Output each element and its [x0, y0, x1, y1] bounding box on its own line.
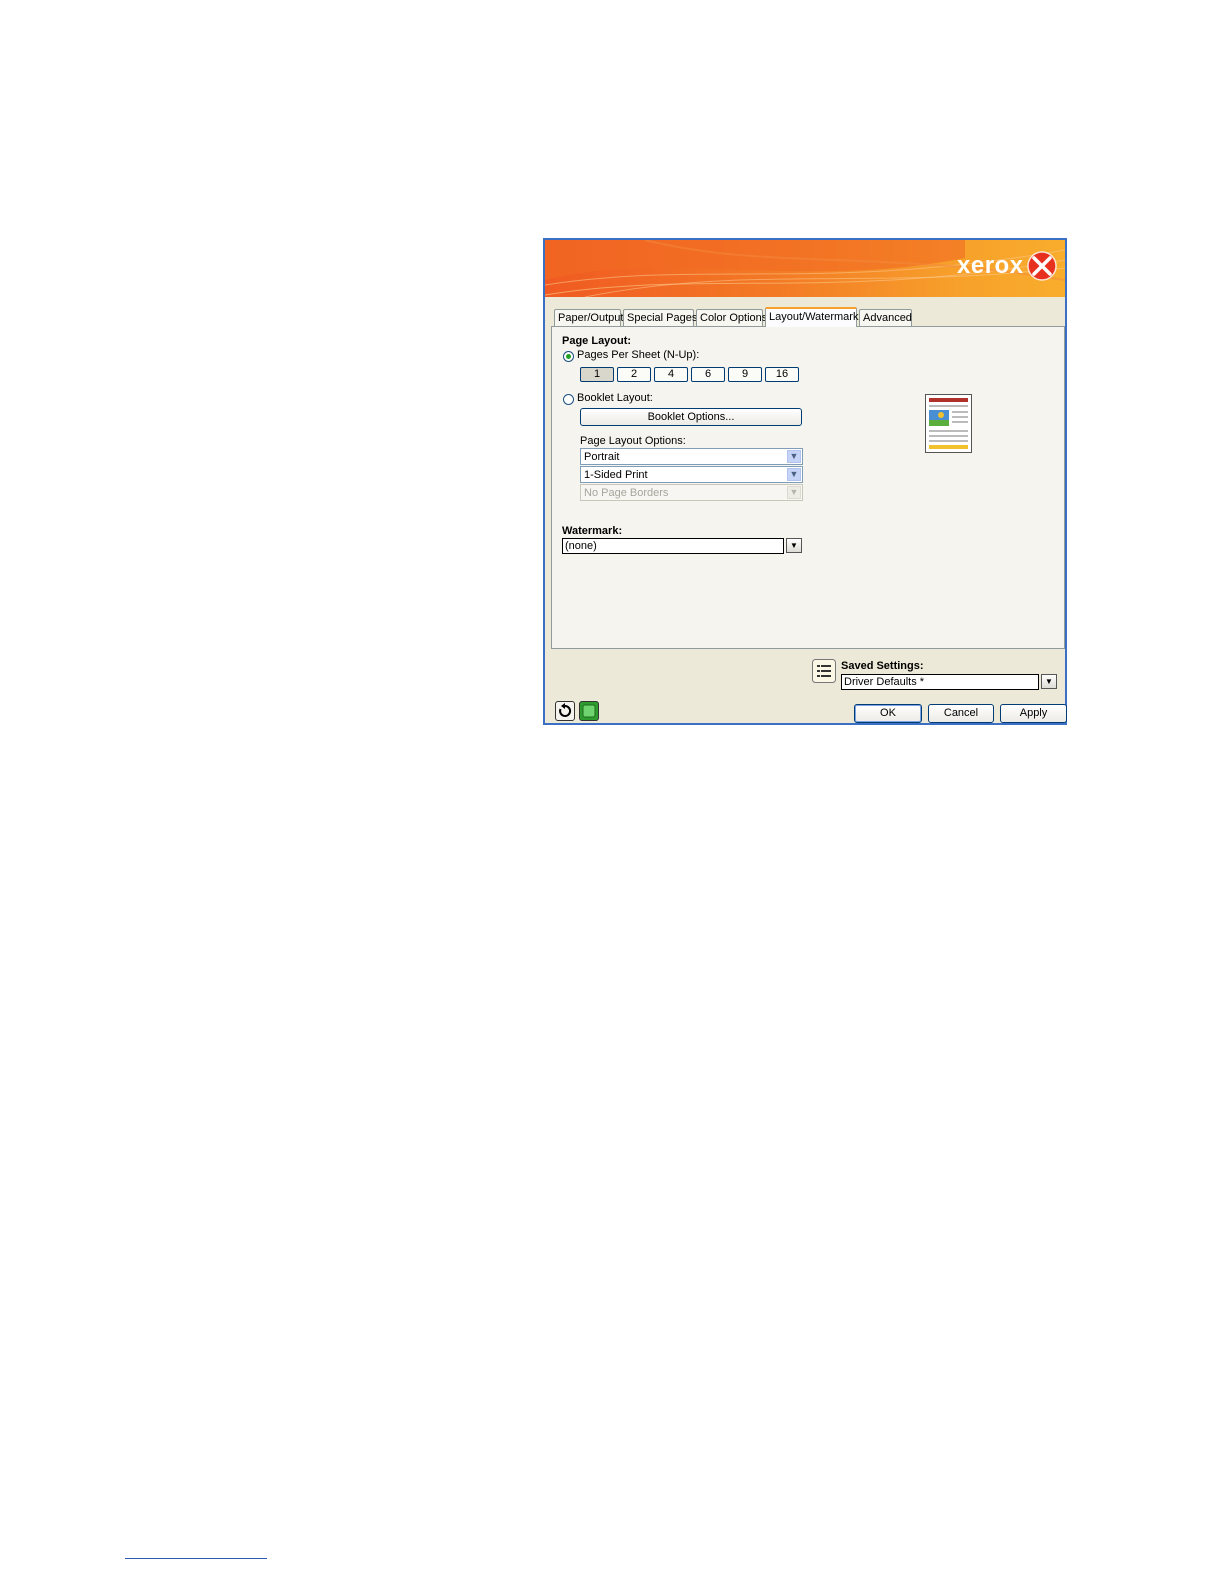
- watermark-label: Watermark:: [562, 525, 623, 537]
- page-layout-options-label: Page Layout Options:: [580, 435, 686, 447]
- pages-per-sheet-radio[interactable]: [563, 351, 574, 362]
- tab-advanced[interactable]: Advanced: [859, 309, 912, 326]
- xerox-logo-icon: [1027, 251, 1057, 281]
- nup-button-4[interactable]: 4: [654, 367, 688, 382]
- tab-paper-output[interactable]: Paper/Output: [554, 309, 623, 326]
- layout-watermark-panel: Page Layout: Pages Per Sheet (N-Up): 1 2…: [551, 326, 1065, 649]
- saved-settings-select[interactable]: Driver Defaults *: [841, 674, 1039, 690]
- header-banner: xerox: [545, 240, 1065, 297]
- ok-button[interactable]: OK: [854, 704, 922, 723]
- print-properties-dialog: xerox Paper/Output Special Pages Color O…: [543, 238, 1067, 725]
- watermark-select[interactable]: (none): [562, 538, 784, 554]
- pages-per-sheet-label: Pages Per Sheet (N-Up):: [577, 349, 700, 361]
- page-layout-heading: Page Layout:: [562, 335, 632, 347]
- apply-button[interactable]: Apply: [1000, 704, 1067, 723]
- cancel-button[interactable]: Cancel: [928, 704, 994, 723]
- sides-select[interactable]: 1-Sided Print ▼: [580, 466, 803, 483]
- chevron-down-icon[interactable]: ▼: [787, 450, 801, 463]
- reset-icon: [559, 703, 572, 717]
- booklet-layout-radio[interactable]: [563, 394, 574, 405]
- nup-button-16[interactable]: 16: [765, 367, 799, 382]
- nup-button-6[interactable]: 6: [691, 367, 725, 382]
- saved-settings-icon: [812, 659, 836, 683]
- nup-button-1[interactable]: 1: [580, 367, 614, 382]
- reset-button[interactable]: [555, 701, 575, 721]
- status-button[interactable]: [579, 701, 599, 721]
- nup-button-2[interactable]: 2: [617, 367, 651, 382]
- orientation-value: Portrait: [584, 451, 620, 463]
- nup-button-9[interactable]: 9: [728, 367, 762, 382]
- booklet-layout-label: Booklet Layout:: [577, 392, 653, 404]
- booklet-options-button[interactable]: Booklet Options...: [580, 408, 802, 426]
- saved-settings-label: Saved Settings:: [841, 660, 924, 672]
- watermark-value: (none): [565, 540, 597, 552]
- dropdown-arrow-icon[interactable]: ▼: [786, 538, 802, 553]
- page-borders-select: No Page Borders ▼: [580, 484, 803, 501]
- chevron-down-icon: ▼: [787, 486, 801, 499]
- brand-name: xerox: [957, 252, 1024, 279]
- page-preview-icon: [925, 394, 972, 453]
- sides-value: 1-Sided Print: [584, 469, 648, 481]
- chevron-down-icon[interactable]: ▼: [787, 468, 801, 481]
- saved-settings-value: Driver Defaults *: [844, 676, 925, 688]
- tab-layout-watermark[interactable]: Layout/Watermark: [765, 307, 858, 327]
- tab-color-options[interactable]: Color Options: [696, 309, 767, 326]
- page-borders-value: No Page Borders: [584, 487, 669, 499]
- orientation-select[interactable]: Portrait ▼: [580, 448, 803, 465]
- dropdown-arrow-icon[interactable]: ▼: [1041, 674, 1057, 689]
- footer-link-rule: [125, 1558, 267, 1559]
- status-icon: [582, 704, 596, 718]
- tab-special-pages[interactable]: Special Pages: [623, 309, 697, 326]
